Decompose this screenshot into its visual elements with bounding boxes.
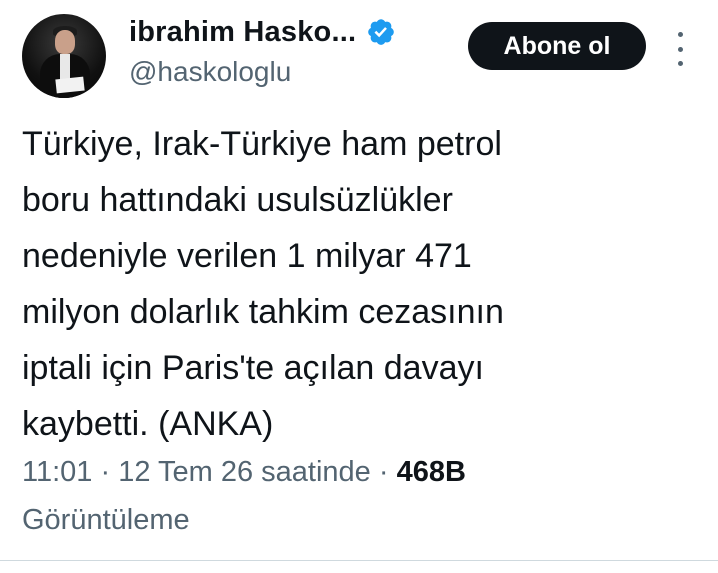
tweet-line: nedeniyle verilen 1 milyar 471 xyxy=(22,237,472,275)
author-handle[interactable]: @haskologlu xyxy=(129,56,291,88)
follow-button[interactable]: Abone ol xyxy=(468,22,646,70)
author-name-row[interactable]: ibrahim Hasko... xyxy=(129,12,396,52)
tweet-line: Türkiye, Irak-Türkiye ham petrol xyxy=(22,125,502,163)
views-label: Görüntüleme xyxy=(22,504,190,536)
tweet-line: milyon dolarlık tahkim cezasının xyxy=(22,293,504,331)
tweet-meta: 11:01 · 12 Tem 26 saatinde · 468B Görünt… xyxy=(22,448,702,544)
avatar[interactable] xyxy=(22,14,106,98)
tweet-date[interactable]: 12 Tem 26 saatinde xyxy=(118,456,371,488)
tweet-line: kaybetti. (ANKA) xyxy=(22,405,274,443)
display-name[interactable]: ibrahim Hasko... xyxy=(129,16,356,49)
divider xyxy=(0,560,718,561)
separator-dot: · xyxy=(378,456,397,488)
tweet-time[interactable]: 11:01 xyxy=(22,456,92,488)
separator-dot: · xyxy=(100,456,119,488)
verified-badge-icon xyxy=(368,19,395,45)
tweet-text: Türkiye, Irak-Türkiye ham petrol boru ha… xyxy=(22,116,662,452)
views-count: 468B xyxy=(396,456,466,488)
tweet-line: iptali için Paris'te açılan davayı xyxy=(22,349,484,387)
tweet-line: boru hattındaki usulsüzlükler xyxy=(22,181,453,219)
more-vertical-icon[interactable] xyxy=(670,32,690,66)
